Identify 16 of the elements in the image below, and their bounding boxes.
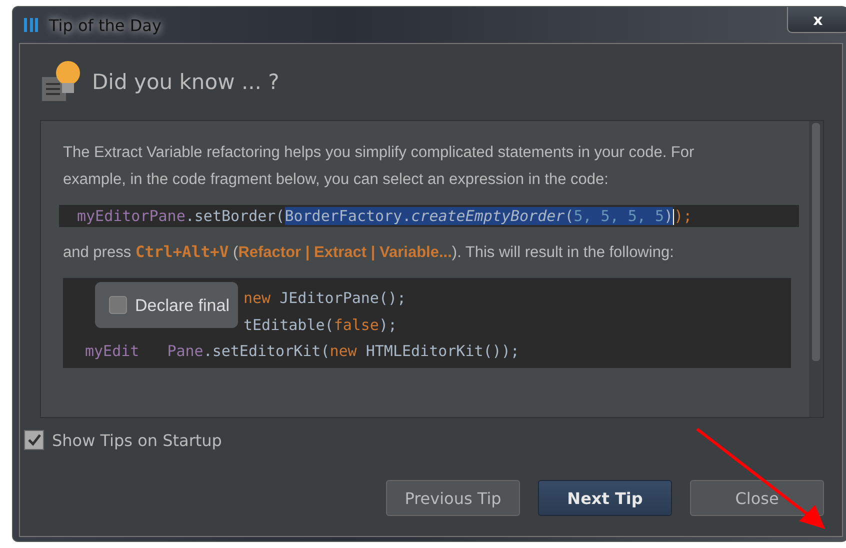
startup-checkbox[interactable] <box>24 430 44 450</box>
tip-heading: Did you know ... ? <box>92 70 280 94</box>
dialog-button[interactable]: Previous Tip <box>386 480 520 516</box>
scrollbar-thumb[interactable] <box>812 123 820 361</box>
tip-text: The Extract Variable refactoring helps you simplify complicated statements in your code. For example, in the code fragment below, you can select an expression in the code: <box>63 143 696 190</box>
declare-final-checkbox[interactable] <box>109 296 127 314</box>
startup-label: Show Tips on Startup <box>52 430 222 450</box>
code-line: tEditable(false); <box>244 314 398 336</box>
window-close-button[interactable]: x <box>787 7 846 33</box>
app-logo-icon <box>21 15 41 35</box>
code-line: new JEditorPane(); <box>244 288 408 309</box>
tip-text: and press Ctrl+Alt+V (Refactor | Extract | Variable...). This will result in the following: <box>63 242 675 263</box>
declare-final-label: Declare final <box>135 294 230 316</box>
dialog-button[interactable]: Close <box>690 480 824 516</box>
dialog-button[interactable]: Next Tip <box>538 480 672 516</box>
code-line: myEdit Pane.setEditorKit(new HTMLEditorKit()); <box>85 341 520 362</box>
